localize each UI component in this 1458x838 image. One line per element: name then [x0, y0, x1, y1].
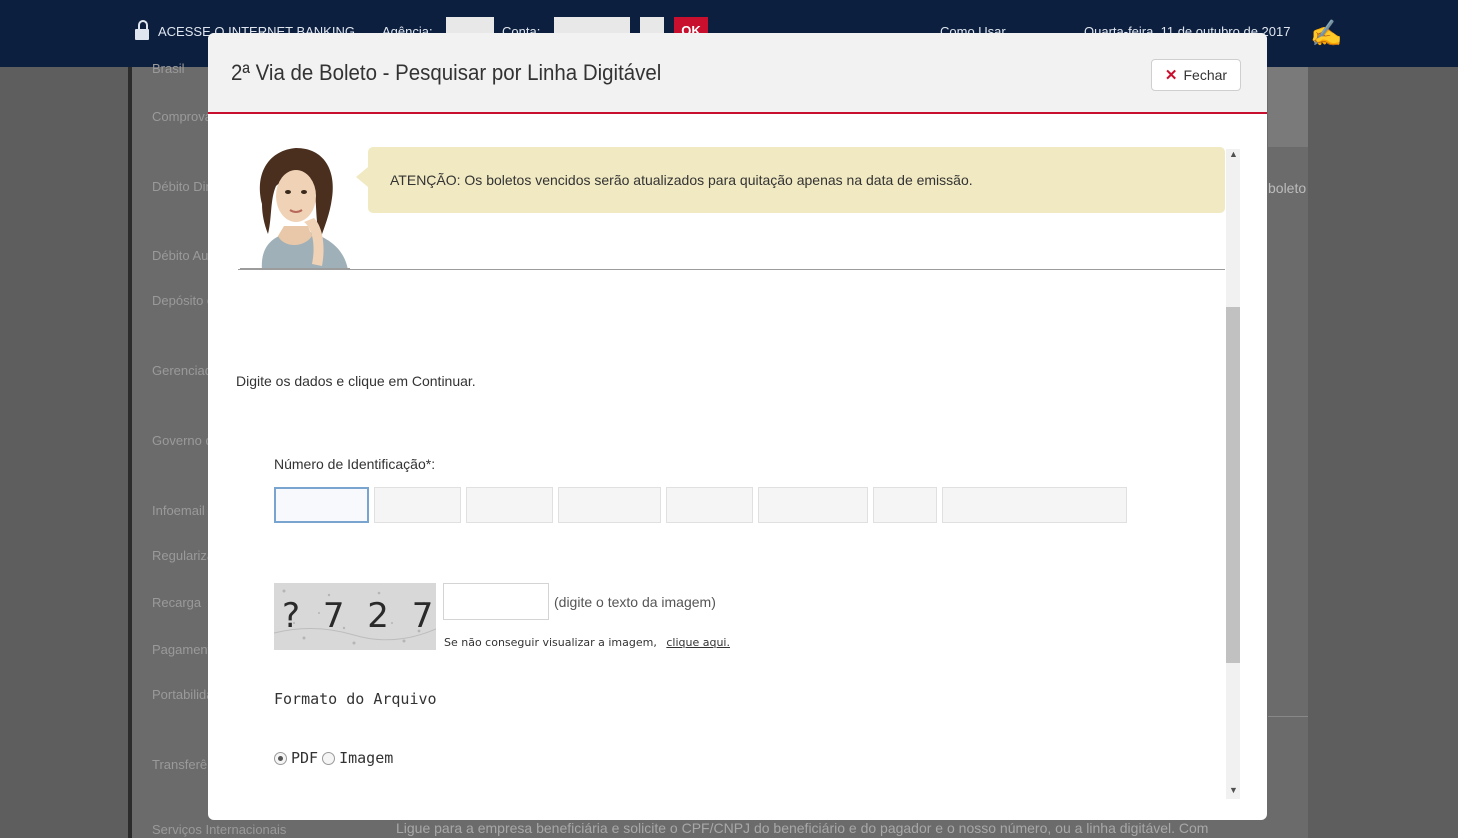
close-icon: ✕	[1164, 67, 1178, 84]
scroll-up-icon[interactable]: ▲	[1229, 149, 1238, 159]
background-text: boleto	[1268, 180, 1307, 196]
instructions-text: Digite os dados e clique em Continuar.	[236, 373, 476, 389]
assistant-avatar	[240, 144, 350, 270]
background-panel	[1268, 67, 1308, 147]
close-button[interactable]: ✕ Fechar	[1151, 59, 1241, 91]
divider	[1268, 716, 1308, 717]
captcha-hint: (digite o texto da imagem)	[554, 594, 716, 610]
scroll-thumb[interactable]	[1226, 307, 1240, 663]
modal-title: 2ª Via de Boleto - Pesquisar por Linha D…	[231, 60, 662, 85]
image-radio[interactable]	[322, 751, 336, 765]
code-field-1[interactable]	[274, 487, 369, 523]
code-field-7[interactable]	[873, 487, 937, 523]
modal-scrollbar[interactable]: ▲ ▼	[1226, 149, 1240, 799]
captcha-text: ? 7 2 7	[282, 596, 436, 636]
captcha-help-text: Se não conseguir visualizar a imagem, cl…	[444, 636, 730, 649]
boleto-modal: 2ª Via de Boleto - Pesquisar por Linha D…	[208, 33, 1267, 820]
code-field-2[interactable]	[374, 487, 461, 523]
identification-label: Número de Identificação*:	[274, 456, 436, 472]
format-label: Formato do Arquivo	[274, 690, 437, 708]
lock-icon	[135, 20, 149, 40]
background-instructions: Ligue para a empresa beneficiária e soli…	[396, 820, 1209, 836]
captcha-input[interactable]	[443, 583, 549, 620]
pdf-label[interactable]: PDF	[291, 749, 318, 767]
pdf-radio[interactable]	[274, 751, 287, 765]
close-label: Fechar	[1183, 67, 1228, 83]
page-border	[128, 67, 132, 838]
code-field-3[interactable]	[466, 487, 553, 523]
format-options: PDF Imagem	[274, 749, 393, 767]
notice-banner: ATENÇÃO: Os boletos vencidos serão atual…	[356, 147, 1225, 213]
code-field-4[interactable]	[558, 487, 661, 523]
captcha-help-label: Se não conseguir visualizar a imagem,	[444, 636, 657, 649]
captcha-image: ? 7 2 7	[273, 583, 437, 650]
accessibility-icon[interactable]: ✍	[1310, 18, 1342, 49]
scroll-down-icon[interactable]: ▼	[1229, 785, 1238, 795]
code-field-6[interactable]	[758, 487, 868, 523]
captcha-refresh-link[interactable]: clique aqui.	[666, 636, 730, 649]
divider	[238, 269, 1225, 270]
modal-body: ATENÇÃO: Os boletos vencidos serão atual…	[208, 114, 1267, 820]
image-label[interactable]: Imagem	[339, 749, 393, 767]
side-nav-item[interactable]: Serviços Internacionais	[152, 822, 352, 837]
modal-header: 2ª Via de Boleto - Pesquisar por Linha D…	[208, 33, 1267, 114]
code-field-5[interactable]	[666, 487, 753, 523]
code-field-8[interactable]	[942, 487, 1127, 523]
